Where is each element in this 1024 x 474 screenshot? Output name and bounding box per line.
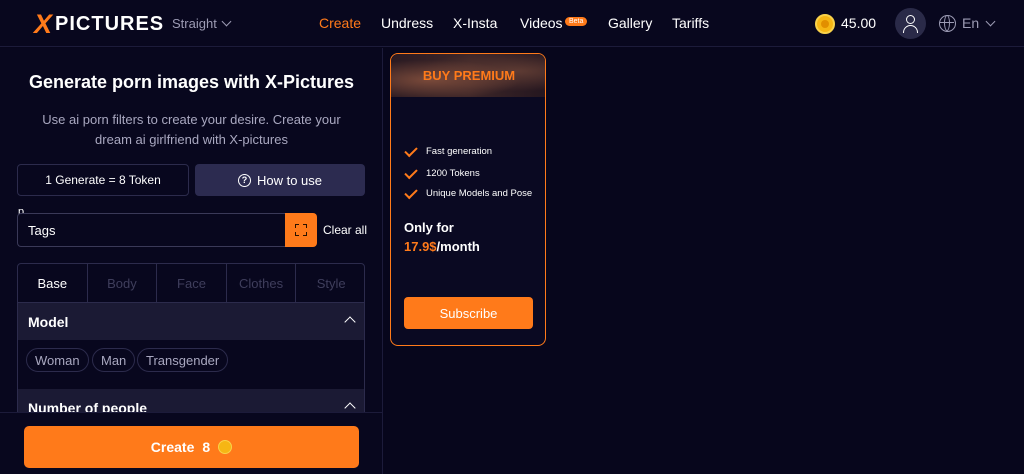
- premium-card: BUY PREMIUM Fast generation 1200 Tokens …: [390, 53, 546, 346]
- nav-videos[interactable]: Videos: [520, 15, 563, 31]
- question-icon: ?: [237, 173, 251, 187]
- price-value: 17.9$: [404, 239, 437, 254]
- language-selector[interactable]: En: [962, 15, 996, 31]
- nav-create[interactable]: Create: [319, 15, 361, 31]
- chevron-up-icon: [344, 316, 356, 328]
- generator-panel: Generate porn images with X-Pictures Use…: [0, 48, 383, 474]
- language-label: En: [962, 15, 980, 31]
- token-cost-info: 1 Generate = 8 Token: [17, 164, 189, 196]
- check-icon: [404, 143, 418, 158]
- tags-input[interactable]: [17, 213, 285, 247]
- check-icon: [404, 165, 418, 180]
- price-label: Only for: [404, 220, 454, 235]
- chevron-down-icon: [985, 16, 996, 26]
- feature-item: Fast generation: [404, 143, 535, 158]
- how-to-use-label: How to use: [256, 172, 323, 188]
- create-bar: Create 8: [0, 412, 382, 474]
- user-icon: [906, 15, 915, 24]
- tab-face[interactable]: Face: [157, 264, 227, 302]
- create-label: Create: [150, 439, 195, 455]
- premium-title: BUY PREMIUM: [422, 68, 516, 83]
- option-man[interactable]: Man: [92, 348, 136, 372]
- logo-wordmark: PICTURES: [55, 12, 165, 35]
- globe-icon[interactable]: [939, 15, 956, 32]
- section-title: Model: [28, 313, 69, 330]
- create-cost: 8: [202, 439, 211, 455]
- page-subtitle: Use ai porn filters to create your desir…: [42, 112, 341, 147]
- coin-icon: [815, 14, 835, 34]
- feature-item: Unique Models and Pose: [404, 185, 535, 200]
- chevron-down-icon: [221, 16, 232, 27]
- mode-selector[interactable]: Straight: [172, 16, 232, 31]
- logo-x-mark: X: [34, 9, 52, 39]
- tab-clothes[interactable]: Clothes: [227, 264, 297, 302]
- site-logo[interactable]: X PICTURES: [34, 10, 164, 38]
- subscribe-button[interactable]: Subscribe: [404, 297, 533, 329]
- tab-base[interactable]: Base: [18, 264, 88, 302]
- expand-icon[interactable]: [285, 213, 317, 247]
- section-model-header[interactable]: Model: [18, 303, 364, 340]
- price-period: /month: [436, 239, 480, 254]
- beta-badge: Beta: [565, 17, 588, 26]
- feature-item: 1200 Tokens: [404, 165, 535, 180]
- token-balance: 45.00: [841, 15, 877, 31]
- coin-icon: [218, 440, 233, 454]
- option-woman[interactable]: Woman: [26, 348, 89, 372]
- tab-style[interactable]: Style: [296, 264, 364, 302]
- clear-all-button[interactable]: Clear all: [323, 223, 367, 237]
- page-title: Generate porn images with X-Pictures: [28, 72, 355, 92]
- tab-body[interactable]: Body: [88, 264, 158, 302]
- nav-tariffs[interactable]: Tariffs: [672, 15, 709, 31]
- nav-gallery[interactable]: Gallery: [608, 15, 652, 31]
- price: 17.9$/month: [404, 239, 480, 254]
- create-button[interactable]: Create 8: [24, 426, 359, 468]
- option-transgender[interactable]: Transgender: [137, 348, 229, 372]
- check-icon: [404, 185, 418, 200]
- top-nav-bar: X PICTURES Straight Create Undress X-Ins…: [0, 0, 1024, 47]
- user-avatar-button[interactable]: [895, 8, 926, 39]
- nav-undress[interactable]: Undress: [381, 15, 433, 31]
- category-tabs: Base Body Face Clothes Style: [18, 264, 364, 303]
- nav-x-insta[interactable]: X-Insta: [453, 15, 497, 31]
- how-to-use-button[interactable]: ? How to use: [195, 164, 365, 196]
- mode-label: Straight: [172, 16, 217, 31]
